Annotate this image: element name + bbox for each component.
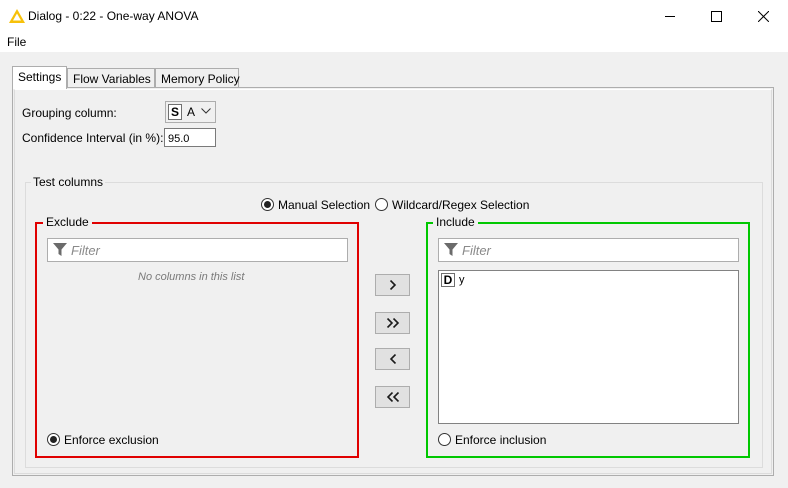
tab-settings[interactable]: Settings (12, 66, 67, 89)
manual-selection-radio[interactable] (261, 198, 274, 211)
remove-all-button[interactable] (375, 386, 410, 408)
add-button[interactable] (375, 274, 410, 296)
double-chevron-left-icon (386, 392, 399, 402)
filter-icon (444, 243, 458, 256)
column-name: y (459, 274, 465, 286)
exclude-filter-placeholder: Filter (71, 243, 100, 258)
double-type-badge: D (441, 273, 455, 287)
minimize-button[interactable] (647, 0, 693, 32)
close-button[interactable] (740, 0, 786, 32)
grouping-column-value: A (187, 105, 196, 119)
close-icon (757, 10, 769, 22)
maximize-icon (710, 10, 722, 22)
include-filter-input[interactable]: Filter (438, 238, 739, 262)
window-title: Dialog - 0:22 - One-way ANOVA (28, 9, 199, 23)
maximize-button[interactable] (693, 0, 739, 32)
minimize-icon (665, 16, 675, 17)
add-all-button[interactable] (375, 312, 410, 334)
chevron-left-icon (389, 354, 396, 364)
knime-triangle-icon (9, 9, 25, 23)
enforce-inclusion-radio[interactable] (438, 433, 451, 446)
exclude-filter-input[interactable]: Filter (47, 238, 348, 262)
tab-memory-policy[interactable]: Memory Policy (155, 68, 240, 89)
chevron-down-icon (201, 108, 211, 114)
title-bar[interactable]: Dialog - 0:22 - One-way ANOVA (0, 0, 788, 32)
filter-icon (53, 243, 67, 256)
string-type-badge: S (168, 104, 182, 120)
chevron-right-icon (389, 280, 396, 290)
list-item[interactable]: D y (439, 271, 738, 289)
menu-bar: File (0, 32, 788, 52)
double-chevron-right-icon (386, 318, 399, 328)
include-filter-placeholder: Filter (462, 243, 491, 258)
menu-file[interactable]: File (7, 35, 26, 49)
remove-button[interactable] (375, 348, 410, 370)
grouping-column-select[interactable]: S A (165, 101, 216, 123)
tab-flow-variables[interactable]: Flow Variables (67, 68, 155, 89)
include-list[interactable]: D y (438, 270, 739, 424)
wildcard-selection-radio[interactable] (375, 198, 388, 211)
confidence-interval-input[interactable] (164, 128, 216, 147)
enforce-exclusion-radio[interactable] (47, 433, 60, 446)
